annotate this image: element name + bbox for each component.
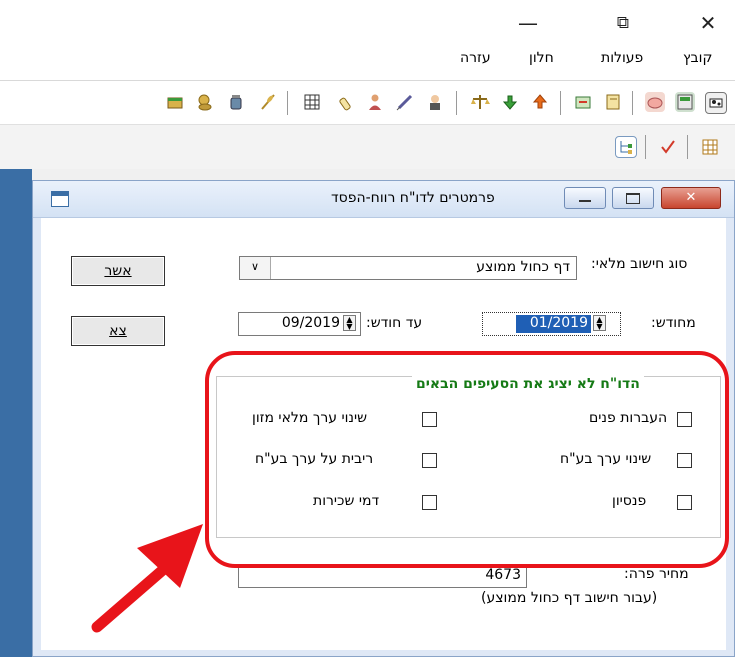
- red-arrow-icon: [91, 524, 203, 633]
- highlight-rounded-rectangle: [205, 351, 729, 568]
- annotation-overlay: [91, 351, 729, 633]
